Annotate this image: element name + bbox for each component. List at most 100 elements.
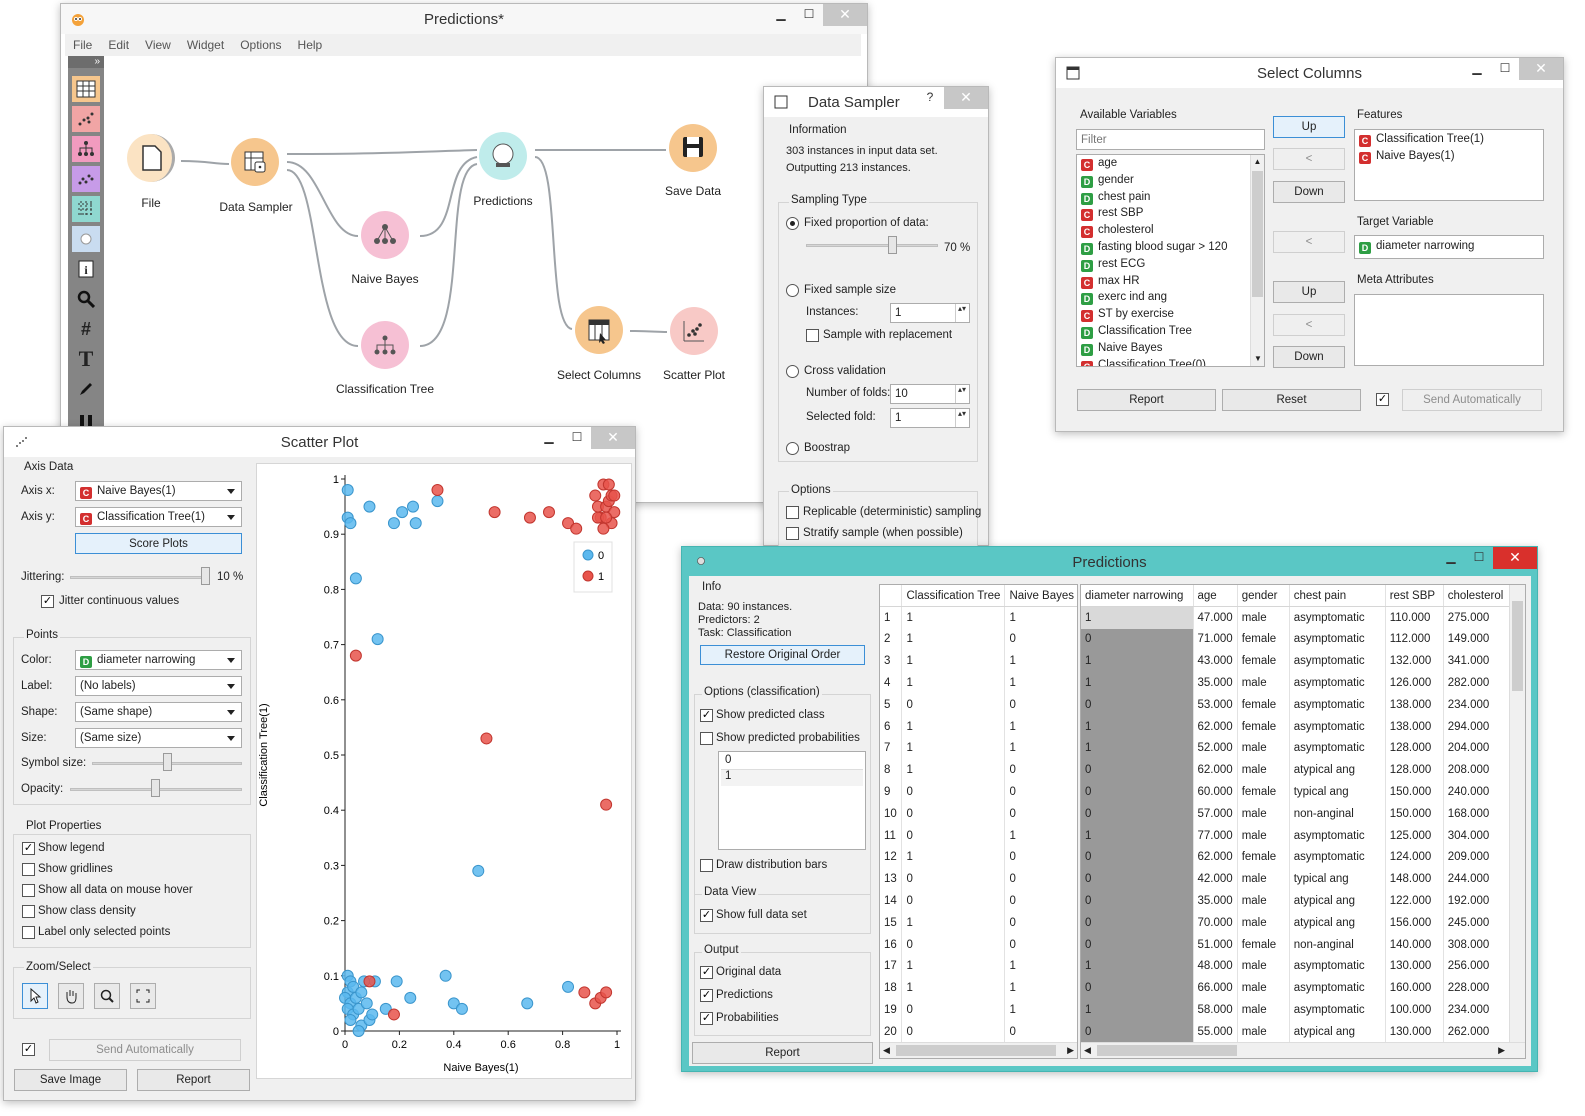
cell[interactable]: 0 [901, 868, 1006, 891]
variable-item[interactable]: Cage [1077, 157, 1264, 174]
cell[interactable]: 1 [1004, 824, 1077, 847]
column-header[interactable]: rest SBP [1385, 585, 1444, 608]
cell[interactable]: female [1237, 650, 1290, 673]
cell[interactable]: 48.000 [1193, 955, 1238, 978]
features-move-button[interactable]: < [1273, 148, 1345, 170]
predictions-report-button[interactable]: Report [692, 1042, 873, 1064]
cell[interactable]: 0 [1081, 759, 1194, 782]
cell[interactable]: 256.000 [1443, 955, 1516, 978]
cell[interactable]: atypical ang [1289, 1020, 1386, 1043]
cell[interactable]: 58.000 [1193, 999, 1238, 1021]
data-point-class-1[interactable] [480, 732, 493, 745]
cell[interactable]: 1 [1081, 672, 1194, 694]
data-point-class-0[interactable] [521, 997, 534, 1010]
pan-tool-button[interactable] [58, 983, 84, 1009]
variable-item[interactable]: Dchest pain [1077, 191, 1264, 208]
table-row[interactable]: 13 0 0 [880, 868, 1077, 891]
cell[interactable]: 240.000 [1443, 781, 1516, 803]
vscroll-thumb[interactable] [1512, 601, 1523, 691]
size-combo[interactable]: (Same size) [75, 728, 242, 748]
meta-move-button[interactable]: < [1273, 314, 1345, 336]
predictions-node[interactable] [479, 132, 527, 180]
table-row[interactable]: 0 62.000 female asymptomatic 124.000 209.000 [1081, 846, 1516, 869]
scroll-left-arrow[interactable]: ◀ [1084, 1043, 1091, 1058]
cell[interactable]: 209.000 [1443, 846, 1516, 869]
cell[interactable]: 1 [901, 715, 1006, 738]
cell[interactable]: 1 [901, 650, 1006, 673]
cell[interactable]: male [1237, 824, 1290, 847]
cell[interactable]: 1 [901, 846, 1006, 869]
cell[interactable]: 1 [901, 955, 1006, 978]
cell[interactable]: 1 [1081, 737, 1194, 760]
naive-bayes-node[interactable] [361, 211, 409, 259]
cell[interactable]: 1 [1004, 999, 1077, 1021]
maximize-button[interactable]: ☐ [1465, 547, 1493, 569]
data-point-class-0[interactable] [363, 500, 376, 513]
table-row[interactable]: 611 [880, 715, 1077, 738]
data-point-class-1[interactable] [600, 511, 613, 524]
file-node[interactable] [127, 134, 175, 182]
cell[interactable]: 0 [901, 1020, 1006, 1043]
data-point-class-0[interactable] [341, 484, 354, 497]
predictions-table-panel[interactable]: Classification Tree Naive Bayes 1 1 1 2 1 0 3 1 1 4… [879, 584, 1078, 1059]
axis-x-combo[interactable]: C Naive Bayes(1) [75, 481, 242, 501]
meta-down-button[interactable]: Down [1273, 346, 1345, 368]
cell[interactable]: female [1237, 781, 1290, 803]
cell[interactable]: 341.000 [1443, 650, 1516, 673]
cell[interactable]: 0 [1004, 759, 1077, 782]
opacity-handle[interactable] [151, 779, 161, 797]
proportion-slider[interactable] [806, 244, 938, 247]
data-point-class-0[interactable] [366, 1008, 379, 1021]
cell[interactable]: 1 [1081, 650, 1194, 673]
show-gridlines-checkbox[interactable] [22, 863, 35, 876]
cell[interactable]: 43.000 [1193, 650, 1238, 673]
replicable-checkbox[interactable] [786, 506, 799, 519]
cell[interactable]: 168.000 [1443, 802, 1516, 825]
cell[interactable]: 1 [1004, 650, 1077, 673]
cell[interactable]: 244.000 [1443, 868, 1516, 891]
column-header[interactable]: Naive Bayes [1004, 585, 1077, 608]
cell[interactable]: 228.000 [1443, 977, 1516, 1000]
cell[interactable]: typical ang [1289, 868, 1386, 891]
data-point-class-1[interactable] [543, 506, 555, 519]
cell[interactable]: 1 [901, 672, 1006, 694]
cell[interactable]: 1 [1081, 999, 1194, 1021]
table-row[interactable]: 16 0 0 [880, 933, 1077, 956]
original-data-checkbox[interactable]: ✓ [700, 966, 713, 979]
cross-validation-radio[interactable] [786, 365, 799, 378]
cell[interactable]: 150.000 [1385, 781, 1444, 803]
cell[interactable]: 42.000 [1193, 868, 1238, 891]
features-list[interactable]: C Classification Tree(1) C Naive Bayes(1) [1354, 129, 1544, 201]
data-sampler-node[interactable] [231, 138, 279, 186]
cell[interactable]: 160.000 [1385, 977, 1444, 1000]
table-row[interactable]: 500 [880, 693, 1077, 716]
restore-order-button[interactable]: Restore Original Order [700, 645, 865, 665]
cell[interactable]: 149.000 [1443, 628, 1516, 651]
cell[interactable]: 0 [1004, 911, 1077, 934]
jitter-continuous-checkbox[interactable]: ✓ [41, 595, 54, 608]
cell[interactable]: 208.000 [1443, 759, 1516, 782]
cell[interactable]: male [1237, 999, 1290, 1021]
data-point-class-0[interactable] [344, 1013, 357, 1026]
data-point-class-0[interactable] [431, 495, 444, 508]
data-point-class-0[interactable] [409, 517, 422, 530]
select-columns-title-bar[interactable]: Select Columns ▁ ☐ ✕ [1056, 58, 1563, 88]
variable-item[interactable]: Ccholesterol [1077, 224, 1264, 241]
table-row[interactable]: 11 0 1 [880, 824, 1077, 847]
variable-item[interactable]: C ST by exercise [1077, 308, 1264, 325]
reset-zoom-button[interactable] [130, 983, 156, 1009]
cell[interactable]: 1 [901, 911, 1006, 934]
cell[interactable]: 0 [1004, 781, 1077, 803]
table-row[interactable]: 1 52.000 male asymptomatic 128.000 204.000 [1081, 737, 1516, 760]
symbol-size-handle[interactable] [163, 753, 172, 771]
variable-item[interactable]: C Classification Tree(1) [1355, 133, 1543, 150]
data-point-class-0[interactable] [562, 980, 575, 993]
meta-attributes-list[interactable] [1354, 294, 1544, 366]
cell[interactable]: 60.000 [1193, 781, 1238, 803]
cell[interactable]: 53.000 [1193, 693, 1238, 716]
table-row[interactable]: 0 53.000 female asymptomatic 138.000 234.000 [1081, 693, 1516, 716]
filter-input[interactable] [1076, 129, 1265, 150]
cell[interactable]: 62.000 [1193, 715, 1238, 738]
cell[interactable]: 100.000 [1385, 999, 1444, 1021]
cell[interactable]: 0 [901, 693, 1006, 716]
